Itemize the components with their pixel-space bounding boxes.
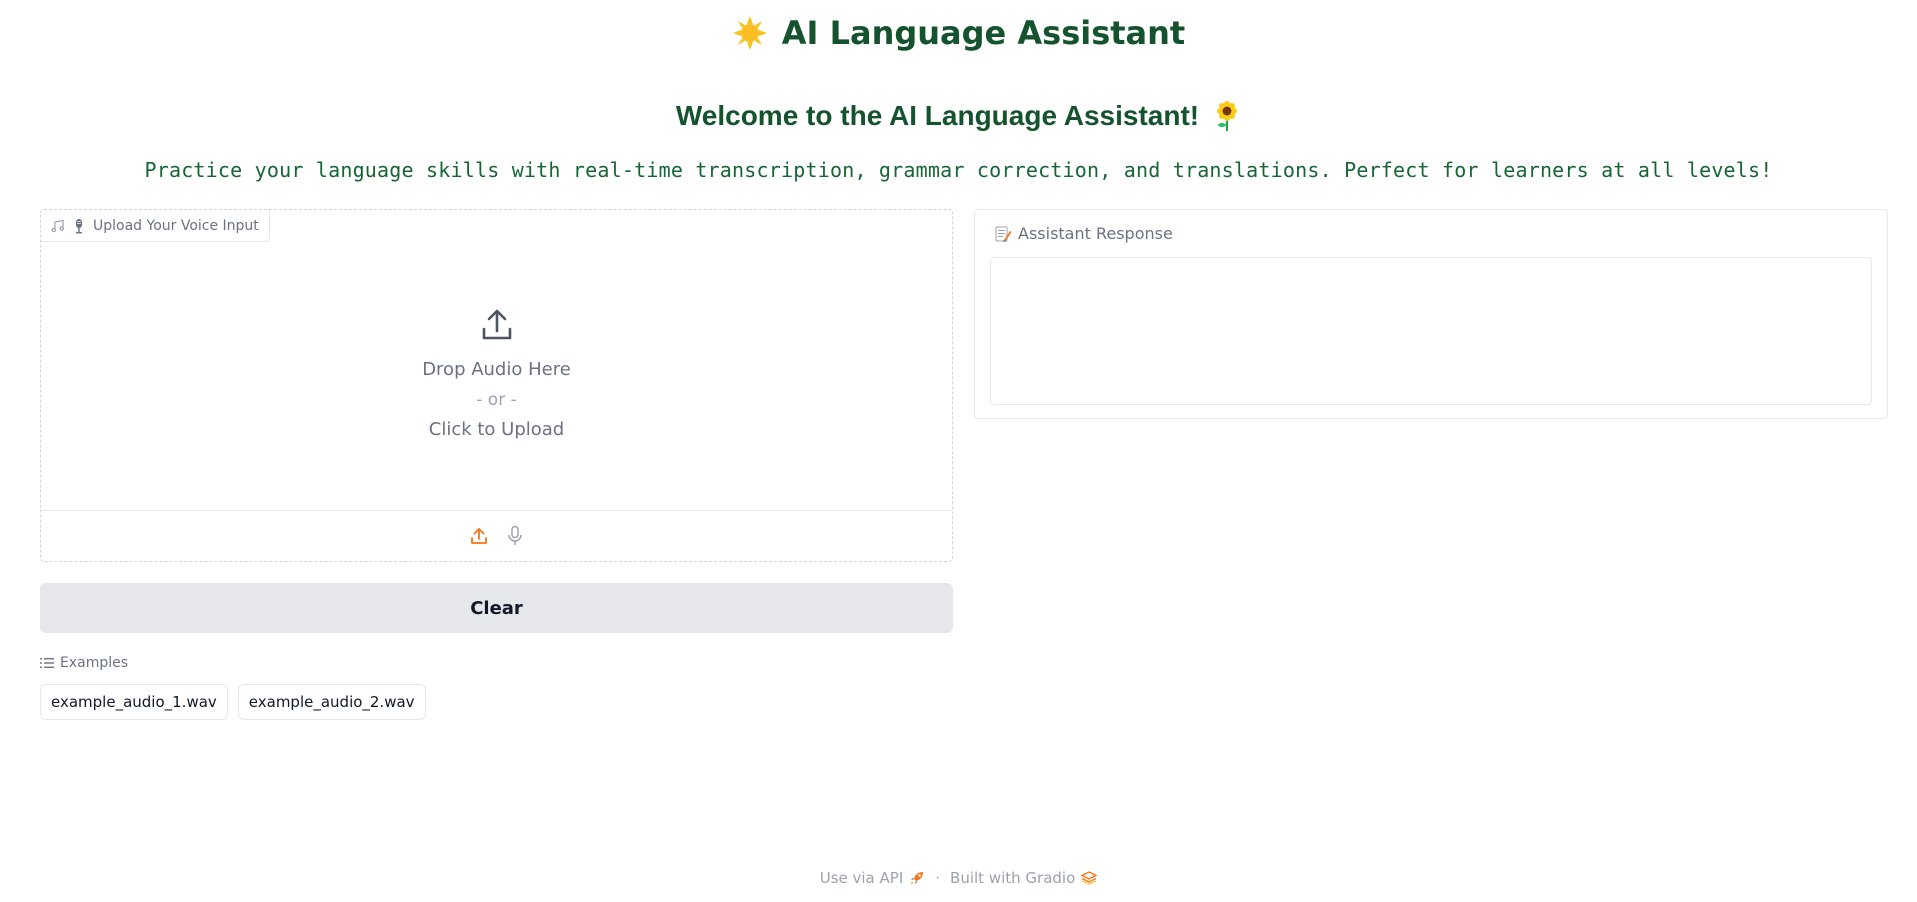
rocket-icon — [910, 872, 924, 885]
examples-list: example_audio_1.wav example_audio_2.wav — [40, 684, 426, 720]
subtitle: Practice your language skills with real-… — [144, 158, 1773, 182]
examples-label-text: Examples — [60, 655, 129, 671]
microphone-icon — [76, 218, 82, 233]
example-item[interactable]: example_audio_1.wav — [40, 684, 228, 720]
sun-icon — [732, 16, 767, 50]
page-title-text: AI Language Assistant — [781, 14, 1186, 52]
upload-source-button[interactable] — [468, 525, 490, 547]
response-textbox[interactable] — [990, 257, 1872, 405]
upload-source-toolbar — [41, 510, 952, 561]
microphone-icon — [507, 525, 522, 545]
drop-audio-text: Drop Audio Here — [422, 359, 571, 380]
upload-label: Upload Your Voice Input — [41, 210, 270, 242]
audio-upload-panel: Upload Your Voice Input Drop Audio Here … — [40, 209, 953, 562]
page-title: AI Language Assistant — [0, 14, 1917, 52]
music-note-icon — [51, 219, 64, 232]
memo-icon — [995, 226, 1012, 242]
microphone-source-button[interactable] — [504, 525, 526, 547]
footer: Use via API · Built with Gradio — [0, 869, 1917, 887]
clear-button[interactable]: Clear — [40, 583, 953, 633]
response-label-text: Assistant Response — [1018, 224, 1173, 243]
welcome-text: Welcome to the AI Language Assistant! — [675, 100, 1200, 131]
api-link-text: Use via API — [819, 869, 904, 887]
upload-icon — [482, 309, 511, 340]
click-to-upload-text: Click to Upload — [428, 419, 565, 440]
upload-label-text: Upload Your Voice Input — [93, 217, 259, 234]
or-text: - or - — [476, 390, 517, 410]
welcome-heading: Welcome to the AI Language Assistant! — [0, 100, 1917, 132]
footer-separator: · — [935, 869, 941, 887]
use-via-api-link[interactable]: Use via API — [820, 869, 926, 887]
built-with-text: Built with Gradio — [950, 869, 1076, 887]
assistant-response-panel: Assistant Response — [974, 209, 1888, 419]
sunflower-icon — [1217, 101, 1238, 131]
examples-label: Examples — [40, 655, 128, 671]
gradio-logo-icon — [1081, 871, 1098, 885]
list-icon — [40, 658, 54, 668]
upload-icon — [470, 528, 487, 544]
response-label: Assistant Response — [994, 224, 1173, 243]
example-item[interactable]: example_audio_2.wav — [237, 684, 426, 720]
audio-drop-zone[interactable]: Drop Audio Here - or - Click to Upload — [41, 242, 952, 510]
built-with-gradio-link[interactable]: Built with Gradio — [950, 869, 1098, 887]
